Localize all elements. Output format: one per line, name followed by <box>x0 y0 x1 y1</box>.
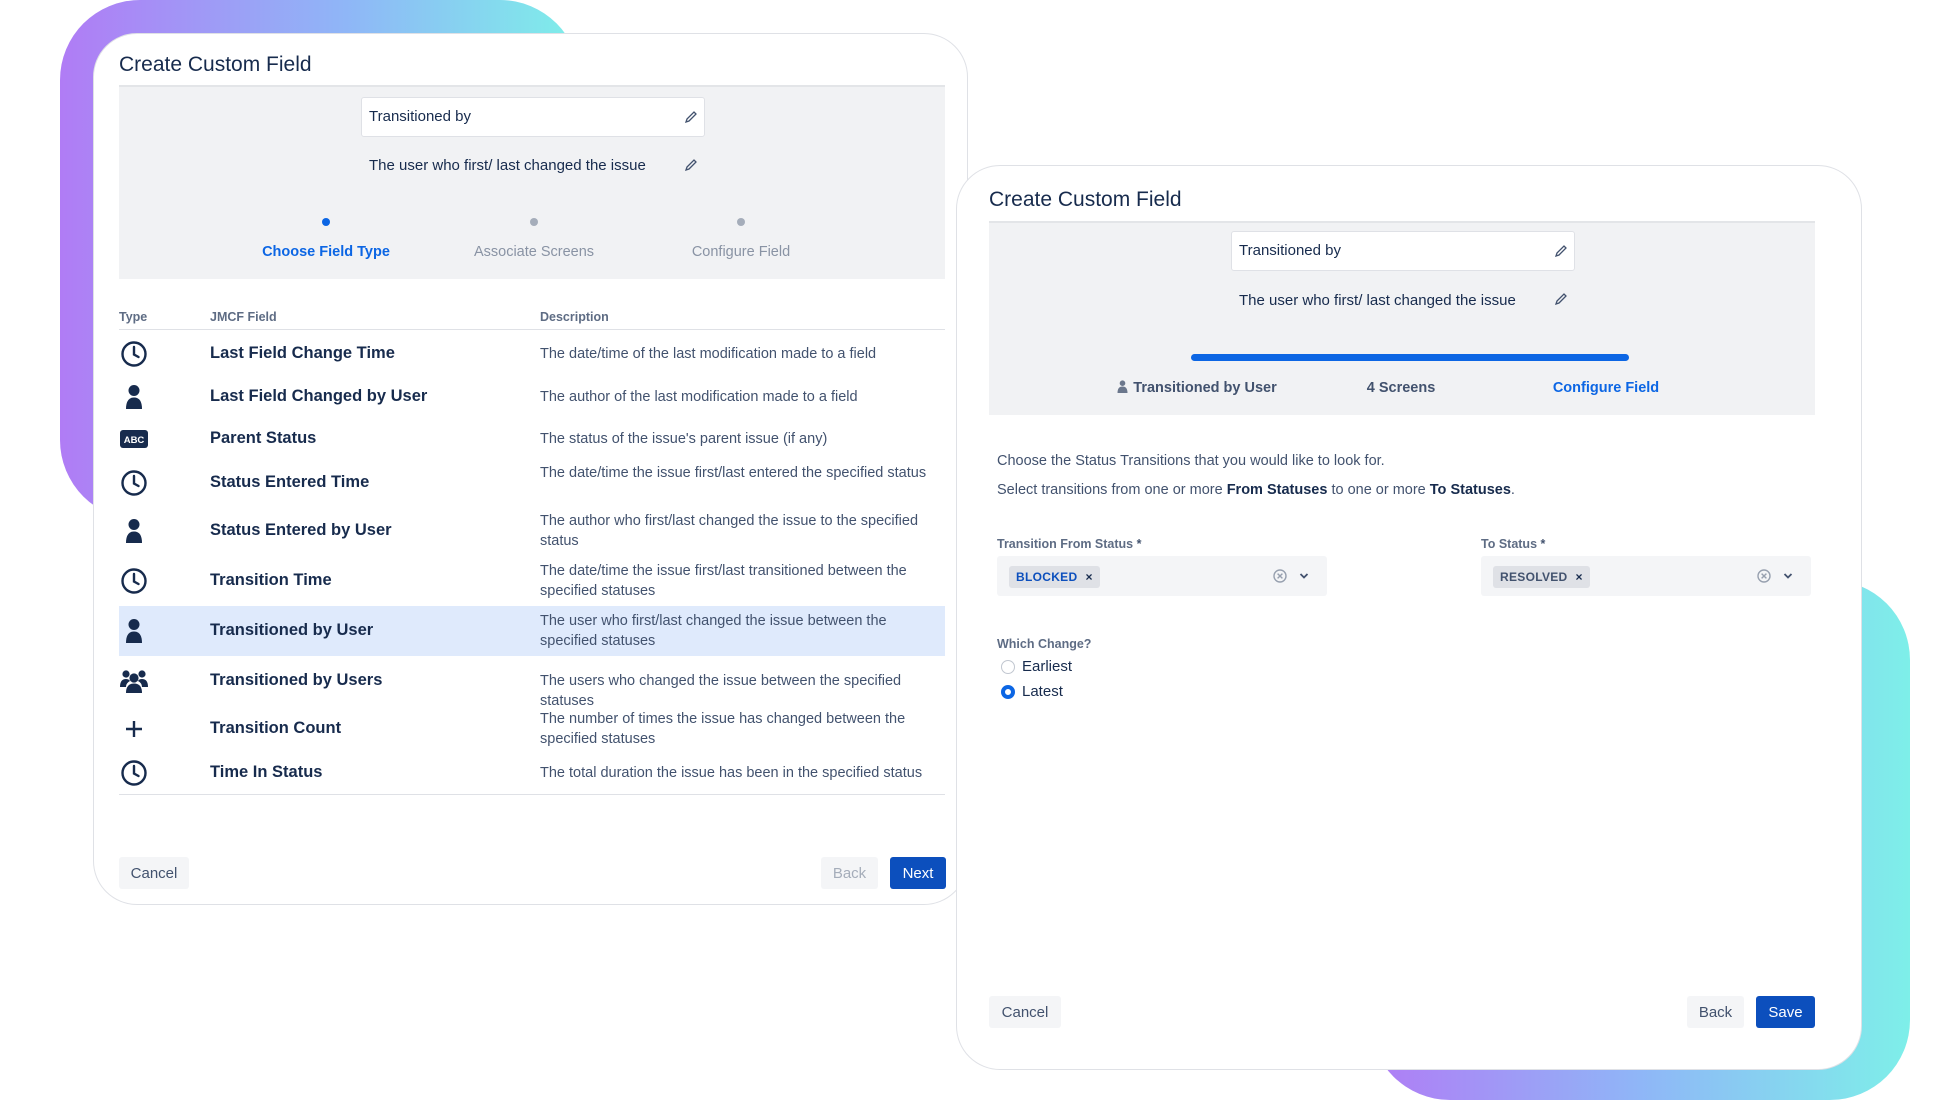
field-type-name: Transitioned by Users <box>210 671 383 689</box>
user-icon <box>1117 380 1128 393</box>
intro-text: Choose the Status Transitions that you w… <box>997 453 1385 469</box>
radio-latest[interactable] <box>1001 685 1015 699</box>
step-configure-field[interactable]: Configure Field <box>651 244 831 260</box>
progress-track <box>1191 354 1629 361</box>
dialog-title: Create Custom Field <box>119 53 312 76</box>
column-header-type: Type <box>119 310 148 324</box>
field-type-description: The number of times the issue has change… <box>540 710 906 747</box>
field-type-name: Transition Count <box>210 718 342 737</box>
field-type-description: The users who changed the issue between … <box>540 673 902 709</box>
next-button[interactable]: Next <box>890 857 946 889</box>
column-header-description: Description <box>540 310 609 324</box>
table-row[interactable]: Status Entered Time The date/time the iss… <box>119 460 945 506</box>
field-type-name: Status Entered by User <box>210 521 392 539</box>
field-type-description: The date/time of the last modification m… <box>540 345 877 362</box>
table-row[interactable]: Time In Status The total duration the iss… <box>119 751 945 794</box>
clear-icon[interactable] <box>1273 569 1287 583</box>
radio-latest-label[interactable]: Latest <box>1022 683 1063 700</box>
from-status-label: Transition From Status * <box>997 537 1142 551</box>
cancel-button[interactable]: Cancel <box>989 996 1061 1028</box>
users-icon <box>119 666 149 696</box>
field-type-description: The status of the issue's parent issue (… <box>540 431 828 447</box>
svg-text:ABC: ABC <box>124 435 145 446</box>
field-description-text: The user who first/ last changed the iss… <box>1239 292 1516 309</box>
from-status-select[interactable]: BLOCKED × <box>997 556 1327 596</box>
radio-earliest[interactable] <box>1001 660 1015 674</box>
table-row[interactable]: Transitioned by Users The users who chang… <box>119 656 945 709</box>
field-type-name: Transition Time <box>210 571 332 589</box>
field-header-panel: Transitioned by The user who first/ last… <box>119 85 945 279</box>
field-type-name: Last Field Change Time <box>210 343 395 362</box>
clock-icon <box>119 468 149 498</box>
clock-icon <box>119 339 149 369</box>
field-header-panel: Transitioned by The user who first/ last… <box>989 221 1815 415</box>
create-custom-field-dialog-step3: Create Custom Field Transitioned by The … <box>956 165 1862 1070</box>
step-transitioned-by-user[interactable]: Transitioned by User <box>1097 380 1297 396</box>
field-type-name: Last Field Changed by User <box>210 386 428 405</box>
table-row[interactable]: Transition Count The number of times the … <box>119 706 945 751</box>
user-icon <box>119 616 149 646</box>
to-status-label: To Status * <box>1481 537 1546 551</box>
field-type-description: The author who first/last changed the is… <box>540 513 919 549</box>
step-associate-screens[interactable]: Associate Screens <box>444 244 624 260</box>
pencil-icon[interactable] <box>1554 244 1568 258</box>
clock-icon <box>119 566 149 596</box>
remove-tag-icon[interactable]: × <box>1085 570 1092 584</box>
progress-fill <box>1191 354 1629 361</box>
table-row[interactable]: Transition Time The date/time the issue f… <box>119 556 945 606</box>
status-tag-blocked: BLOCKED × <box>1009 566 1100 588</box>
field-type-description: The author of the last modification made… <box>540 388 858 405</box>
field-type-name: Parent Status <box>210 429 317 447</box>
save-button[interactable]: Save <box>1756 996 1815 1028</box>
chevron-down-icon[interactable] <box>1782 570 1794 582</box>
pencil-icon[interactable] <box>1554 292 1568 306</box>
field-description-text: The user who first/ last changed the iss… <box>369 157 646 174</box>
status-tag-resolved: RESOLVED × <box>1493 566 1590 588</box>
column-header-field: JMCF Field <box>210 310 277 324</box>
dialog-title: Create Custom Field <box>989 188 1182 211</box>
table-row[interactable]: Transitioned by User The user who first/l… <box>119 606 945 656</box>
create-custom-field-dialog: Create Custom Field Transitioned by The … <box>93 33 968 905</box>
which-change-label: Which Change? <box>997 637 1092 651</box>
abc-icon: ABC <box>119 424 149 454</box>
radio-earliest-label[interactable]: Earliest <box>1022 658 1072 675</box>
step-configure-field[interactable]: Configure Field <box>1516 380 1696 396</box>
step-dot <box>737 218 745 226</box>
table-row[interactable]: Status Entered by User The author who fir… <box>119 506 945 556</box>
user-icon <box>119 382 149 412</box>
intro-text-2: Select transitions from one or more From… <box>997 482 1515 498</box>
step-dot-active <box>322 218 330 226</box>
table-row[interactable]: ABC Parent Status The status of the issue'… <box>119 418 945 460</box>
field-type-description: The date/time the issue first/last enter… <box>540 465 927 481</box>
step-dot <box>530 218 538 226</box>
field-type-description: The date/time the issue first/last trans… <box>540 563 907 599</box>
step-screens[interactable]: 4 Screens <box>1311 380 1491 396</box>
table-row[interactable]: Last Field Changed by User The author of … <box>119 375 945 418</box>
user-icon <box>119 516 149 546</box>
step-choose-field-type[interactable]: Choose Field Type <box>236 244 416 260</box>
plus-icon <box>119 714 149 744</box>
field-name-input[interactable]: Transitioned by <box>1231 231 1575 271</box>
field-type-name: Time In Status <box>210 762 323 781</box>
field-name-input[interactable]: Transitioned by <box>361 97 705 137</box>
clock-icon <box>119 758 149 788</box>
divider <box>119 329 945 330</box>
back-button[interactable]: Back <box>821 857 878 889</box>
field-type-name: Status Entered Time <box>210 473 370 491</box>
table-row[interactable]: Last Field Change Time The date/time of t… <box>119 332 945 375</box>
chevron-down-icon[interactable] <box>1298 570 1310 582</box>
field-type-description: The total duration the issue has been in… <box>540 764 923 781</box>
back-button[interactable]: Back <box>1687 996 1744 1028</box>
to-status-select[interactable]: RESOLVED × <box>1481 556 1811 596</box>
cancel-button[interactable]: Cancel <box>119 857 189 889</box>
field-type-name: Transitioned by User <box>210 621 374 639</box>
field-type-description: The user who first/last changed the issu… <box>540 613 887 649</box>
remove-tag-icon[interactable]: × <box>1576 570 1583 584</box>
pencil-icon[interactable] <box>684 158 698 172</box>
clear-icon[interactable] <box>1757 569 1771 583</box>
divider <box>119 794 945 795</box>
pencil-icon[interactable] <box>684 110 698 124</box>
